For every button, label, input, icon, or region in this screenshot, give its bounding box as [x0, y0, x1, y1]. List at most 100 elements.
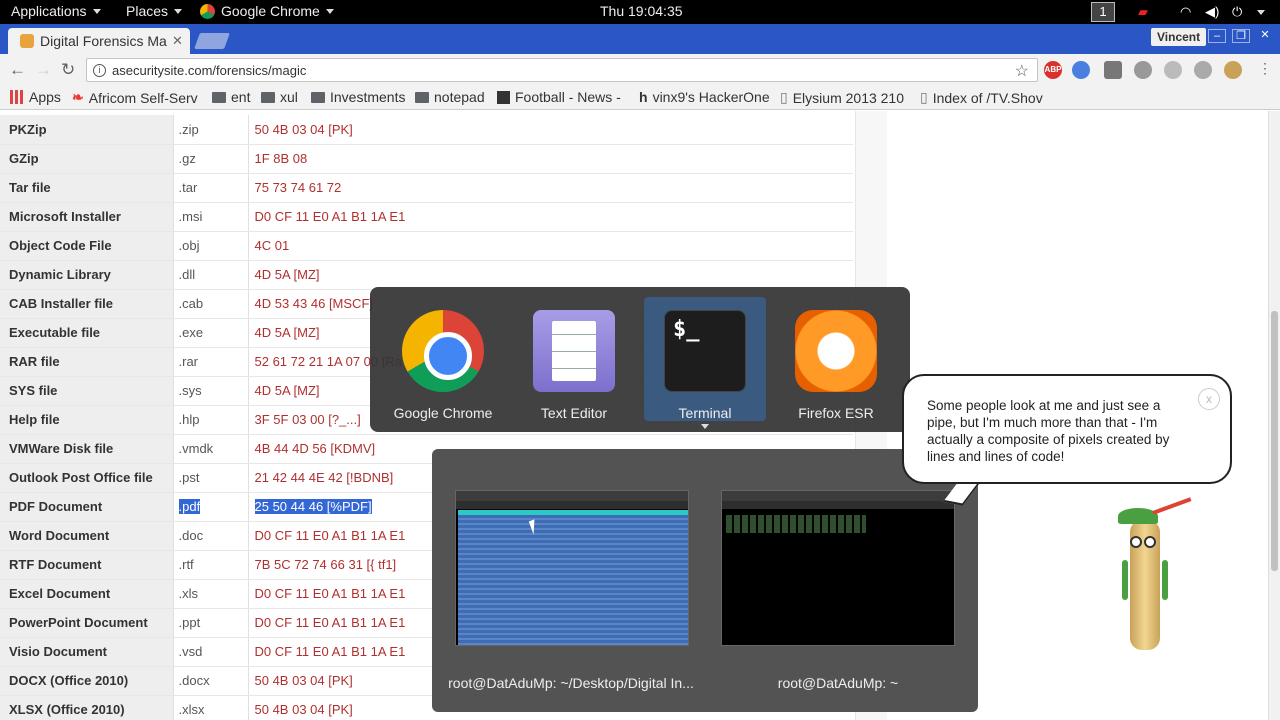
file-type-cell: Word Document [0, 521, 174, 551]
back-icon[interactable]: ← [9, 60, 26, 80]
active-app-menu[interactable]: Google Chrome [200, 3, 334, 19]
assistant-message: Some people look at me and just see a pi… [927, 398, 1170, 464]
address-bar[interactable]: i asecuritysite.com/forensics/magic ☆ [86, 58, 1038, 82]
forward-icon[interactable]: → [35, 60, 52, 80]
magic-bytes-cell-text: 4C 01 [254, 238, 290, 253]
extension-cell-text: .dll [178, 267, 196, 282]
gnome-top-bar: Applications Places Google Chrome Thu 19… [0, 0, 1280, 24]
extension-cell-text: .tar [178, 180, 198, 195]
file-type-cell: Microsoft Installer [0, 202, 174, 232]
info-icon[interactable]: i [93, 63, 106, 77]
extension-cell-text: .rtf [178, 557, 194, 572]
magic-bytes-cell-text: D0 CF 11 E0 A1 B1 1A E1 [254, 644, 406, 659]
extension-icon[interactable] [1224, 61, 1242, 79]
extension-icon[interactable] [1164, 61, 1182, 79]
bookmark-folder-ent[interactable]: ent [212, 89, 250, 105]
bookmark-hackerone[interactable]: h vinx9's HackerOne [639, 89, 770, 105]
maximize-button[interactable]: ❐ [1232, 29, 1250, 43]
minimize-button[interactable]: – [1208, 29, 1226, 43]
file-type-cell: Help file [0, 405, 174, 435]
extension-icon[interactable] [1194, 61, 1212, 79]
file-type-cell-text: Microsoft Installer [9, 209, 121, 224]
close-window-button[interactable]: ✕ [1256, 29, 1274, 43]
places-label: Places [126, 3, 169, 19]
extension-icon[interactable] [1104, 61, 1122, 79]
magic-bytes-cell-text: 3F 5F 03 00 [?_...] [254, 412, 361, 427]
table-row: Microsoft Installer .msi D0 CF 11 E0 A1 B1… [0, 202, 853, 232]
adblock-icon[interactable]: ABP [1044, 61, 1062, 79]
clock[interactable]: Thu 19:04:35 [600, 3, 683, 19]
volume-icon[interactable]: ◀) [1205, 4, 1219, 20]
chevron-down-icon [92, 8, 101, 14]
new-tab-button[interactable] [194, 33, 230, 49]
bookmark-label: Africom Self-Serv [88, 89, 198, 106]
bookmark-elysium[interactable]: ▯ Elysium 2013 210 [780, 89, 904, 106]
bookmark-folder-xul[interactable]: xul [261, 89, 298, 105]
scrollbar-thumb[interactable] [1271, 311, 1278, 571]
file-type-cell-text: Tar file [9, 180, 51, 195]
magic-bytes-cell-text: 4D 5A [MZ] [254, 325, 320, 340]
chevron-down-icon[interactable] [1257, 10, 1265, 15]
bookmark-label: Investments [330, 89, 406, 105]
menu-icon[interactable]: ⋮ [1258, 60, 1272, 77]
switcher-app-chrome[interactable]: Google Chrome [382, 297, 504, 421]
profile-button[interactable]: Vincent [1151, 28, 1207, 46]
extension-cell: .rar [173, 347, 249, 377]
bookmark-folder-notepad[interactable]: notepad [415, 89, 485, 105]
file-type-cell-text: Visio Document [9, 644, 108, 659]
text-editor-icon [533, 310, 615, 392]
magic-bytes-cell-text: 1F 8B 08 [254, 151, 308, 166]
chevron-down-icon [701, 424, 709, 429]
bookmark-folder-investments[interactable]: Investments [311, 89, 405, 105]
file-type-cell-text: CAB Installer file [9, 296, 114, 311]
extension-cell-text: .hlp [178, 412, 200, 427]
window-preview-hexeditor[interactable] [455, 490, 689, 646]
magic-bytes-cell-text: 21 42 44 4E 42 [!BDNB] [254, 470, 394, 485]
extension-cell: .dll [173, 260, 249, 290]
switcher-app-terminal[interactable]: $_ Terminal [644, 297, 766, 421]
bookmark-index-tv[interactable]: ▯ Index of /TV.Shov [920, 89, 1043, 106]
file-type-cell-text: Help file [9, 412, 60, 427]
window-preview-terminal[interactable] [721, 490, 955, 646]
africom-icon: ❧ [72, 89, 84, 105]
app-label: Text Editor [540, 405, 608, 421]
magic-bytes-cell-text: 4D 53 43 46 [MSCF] [254, 296, 374, 311]
bookmark-africom[interactable]: ❧ Africom Self-Serv [72, 89, 198, 106]
microphone-icon[interactable] [1072, 61, 1090, 79]
extension-cell: .hlp [173, 405, 249, 435]
url-text[interactable]: asecuritysite.com/forensics/magic [112, 63, 306, 78]
close-tab-icon[interactable]: ✕ [172, 33, 190, 49]
file-type-cell: Tar file [0, 173, 174, 203]
file-type-cell-text: RAR file [9, 354, 60, 369]
places-menu[interactable]: Places [126, 3, 183, 19]
applications-menu[interactable]: Applications [11, 3, 101, 19]
window-caption: root@DatAduMp: ~/Desktop/Digital In... [448, 675, 694, 691]
tray-app-icon[interactable]: ▰ [1138, 4, 1148, 20]
extension-icon[interactable] [1134, 61, 1152, 79]
bookmark-football[interactable]: Football - News - [497, 89, 621, 105]
pipe-assistant-character[interactable] [1110, 497, 1200, 660]
bookmark-apps[interactable]: Apps [10, 89, 61, 105]
magic-bytes-cell-text: 4D 5A [MZ] [254, 383, 320, 398]
magic-bytes-cell-text: 25 50 44 46 [%PDF] [254, 499, 372, 514]
file-type-cell-text: Executable file [9, 325, 101, 340]
reload-icon[interactable]: ↻ [61, 60, 75, 80]
browser-tab[interactable]: Digital Forensics Ma ✕ [8, 28, 190, 54]
eye [1130, 536, 1142, 548]
bookmark-star-icon[interactable]: ☆ [1015, 61, 1029, 81]
switcher-app-firefox[interactable]: Firefox ESR [775, 297, 897, 421]
page-scrollbar[interactable] [1268, 111, 1280, 720]
wifi-icon[interactable]: ◠ [1180, 4, 1191, 20]
extension-cell: .pdf [173, 492, 249, 522]
site-favicon [20, 34, 34, 48]
browser-titlebar [0, 24, 1280, 54]
magic-bytes-cell: 75 73 74 61 72 [248, 173, 853, 203]
close-icon[interactable]: x [1198, 388, 1220, 410]
magic-bytes-cell-text: D0 CF 11 E0 A1 B1 1A E1 [254, 209, 406, 224]
extension-cell-text: .sys [178, 383, 202, 398]
switcher-app-text-editor[interactable]: Text Editor [513, 297, 635, 421]
workspace-indicator[interactable]: 1 [1091, 2, 1115, 22]
extension-cell-text: .gz [178, 151, 196, 166]
magic-bytes-cell-text: 4B 44 4D 56 [KDMV] [254, 441, 376, 456]
power-icon[interactable]: ⏻ [1232, 4, 1242, 20]
